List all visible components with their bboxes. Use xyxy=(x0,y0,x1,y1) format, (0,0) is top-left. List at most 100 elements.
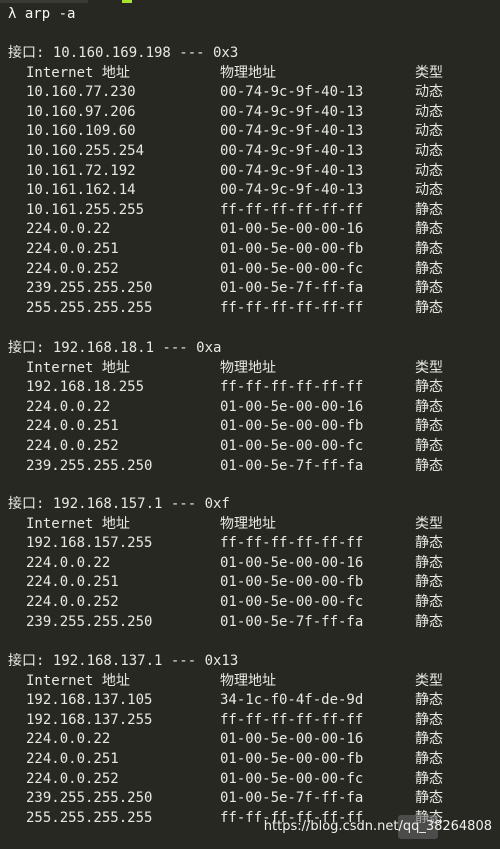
arp-row-mac: 01-00-5e-00-00-fc xyxy=(220,438,364,454)
arp-row-ip: 224.0.0.251 xyxy=(26,241,119,257)
arp-row-mac: 01-00-5e-00-00-16 xyxy=(220,398,364,415)
arp-row-mac: 00-74-9c-9f-40-13 xyxy=(220,84,364,101)
arp-row-mac: 01-00-5e-00-00-fb xyxy=(220,574,364,591)
arp-row-type: 静态 xyxy=(415,221,443,238)
arp-row-mac: 01-00-5e-7f-ff-fa xyxy=(220,280,364,297)
arp-row-ip: 10.161.162.14 xyxy=(26,182,136,199)
arp-row-type: 静态 xyxy=(415,554,443,571)
arp-row-mac: 00-74-9c-9f-40-13 xyxy=(220,143,364,159)
column-header-ip: Internet 地址 xyxy=(26,359,130,376)
arp-row-ip: 10.161.72.192 xyxy=(26,162,136,179)
arp-row-ip: 224.0.0.251 xyxy=(26,574,119,591)
arp-row-ip: 224.0.0.252 xyxy=(26,594,119,610)
column-header-type: 类型 xyxy=(415,359,443,376)
arp-row-ip: 224.0.0.251 xyxy=(26,418,119,435)
arp-row-mac: 00-74-9c-9f-40-13 xyxy=(220,103,364,120)
arp-row-ip: 224.0.0.251 xyxy=(26,751,119,767)
arp-row-type: 动态 xyxy=(415,103,443,120)
arp-row-mac: 01-00-5e-7f-ff-fa xyxy=(220,790,364,807)
arp-row-type: 静态 xyxy=(415,535,443,552)
interface-header: 接口: 10.160.169.198 --- 0x3 xyxy=(8,45,239,61)
arp-row-type: 动态 xyxy=(415,182,443,199)
column-header-type: 类型 xyxy=(415,64,443,81)
arp-row-ip: 224.0.0.252 xyxy=(26,260,119,277)
arp-row-type: 静态 xyxy=(415,574,443,591)
arp-row-ip: 224.0.0.22 xyxy=(26,554,111,571)
arp-row-ip: 10.160.109.60 xyxy=(26,123,136,140)
arp-row-ip: 224.0.0.22 xyxy=(26,398,111,415)
arp-row-ip: 255.255.255.255 xyxy=(26,299,153,316)
column-header-mac: 物理地址 xyxy=(220,64,276,81)
arp-row-ip: 224.0.0.252 xyxy=(26,770,119,787)
arp-row-mac: ff-ff-ff-ff-ff-ff xyxy=(220,299,364,316)
watermark-url: https://blog.csdn.net/qq_38264808 xyxy=(263,819,492,834)
arp-row-mac: ff-ff-ff-ff-ff-ff xyxy=(220,201,364,218)
arp-row-ip: 224.0.0.22 xyxy=(26,221,111,238)
column-header-mac: 物理地址 xyxy=(220,672,276,689)
arp-row-mac: 01-00-5e-00-00-fc xyxy=(220,594,364,610)
arp-row-ip: 224.0.0.22 xyxy=(26,731,111,748)
arp-row-ip: 10.160.77.230 xyxy=(26,84,136,101)
arp-row-type: 静态 xyxy=(415,790,443,807)
arp-row-ip: 255.255.255.255 xyxy=(26,809,153,826)
arp-row-type: 静态 xyxy=(415,280,443,297)
arp-row-type: 静态 xyxy=(415,241,443,257)
arp-row-type: 静态 xyxy=(415,457,443,474)
arp-row-mac: 00-74-9c-9f-40-13 xyxy=(220,162,364,179)
arp-row-ip: 10.160.255.254 xyxy=(26,143,145,159)
interface-header: 接口: 192.168.137.1 --- 0x13 xyxy=(8,653,239,669)
arp-row-ip: 239.255.255.250 xyxy=(26,457,153,474)
arp-row-mac: 01-00-5e-7f-ff-fa xyxy=(220,457,364,474)
arp-row-mac: 01-00-5e-00-00-fb xyxy=(220,241,364,257)
interface-header: 接口: 192.168.18.1 --- 0xa xyxy=(8,340,222,356)
arp-row-ip: 192.168.157.255 xyxy=(26,535,153,552)
arp-row-mac: 34-1c-f0-4f-de-9d xyxy=(220,692,364,709)
arp-row-type: 静态 xyxy=(415,692,443,709)
arp-row-mac: ff-ff-ff-ff-ff-ff xyxy=(220,711,364,728)
arp-row-type: 动态 xyxy=(415,162,443,179)
arp-row-ip: 239.255.255.250 xyxy=(26,790,153,807)
column-header-ip: Internet 地址 xyxy=(26,64,130,81)
arp-row-type: 动态 xyxy=(415,123,443,140)
arp-row-mac: 01-00-5e-00-00-fb xyxy=(220,751,364,767)
command-prompt: λ arp -a xyxy=(8,6,76,22)
column-header-type: 类型 xyxy=(415,672,443,689)
arp-row-type: 静态 xyxy=(415,418,443,435)
arp-row-mac: 01-00-5e-00-00-16 xyxy=(220,554,364,571)
arp-row-ip: 10.161.255.255 xyxy=(26,201,145,218)
arp-row-type: 静态 xyxy=(415,201,443,218)
arp-row-ip: 224.0.0.252 xyxy=(26,438,119,454)
arp-row-type: 静态 xyxy=(415,299,443,316)
arp-row-mac: 01-00-5e-00-00-16 xyxy=(220,731,364,748)
arp-row-ip: 192.168.137.255 xyxy=(26,711,153,728)
arp-row-type: 静态 xyxy=(415,711,443,728)
column-header-mac: 物理地址 xyxy=(220,359,276,376)
arp-row-type: 静态 xyxy=(415,594,443,610)
arp-row-type: 静态 xyxy=(415,731,443,748)
arp-row-mac: 00-74-9c-9f-40-13 xyxy=(220,123,364,140)
arp-row-mac: 00-74-9c-9f-40-13 xyxy=(220,182,364,199)
arp-row-type: 动态 xyxy=(415,143,443,159)
arp-row-ip: 10.160.97.206 xyxy=(26,103,136,120)
column-header-mac: 物理地址 xyxy=(220,515,276,532)
arp-row-ip: 239.255.255.250 xyxy=(26,613,153,630)
column-header-ip: Internet 地址 xyxy=(26,515,130,532)
arp-row-mac: ff-ff-ff-ff-ff-ff xyxy=(220,535,364,552)
arp-row-mac: 01-00-5e-00-00-16 xyxy=(220,221,364,238)
arp-row-mac: 01-00-5e-00-00-fc xyxy=(220,770,364,787)
arp-row-type: 静态 xyxy=(415,398,443,415)
column-header-ip: Internet 地址 xyxy=(26,672,130,689)
arp-row-mac: ff-ff-ff-ff-ff-ff xyxy=(220,379,364,396)
arp-row-ip: 239.255.255.250 xyxy=(26,280,153,297)
arp-row-type: 静态 xyxy=(415,379,443,396)
arp-row-type: 静态 xyxy=(415,751,443,767)
arp-row-mac: 01-00-5e-00-00-fc xyxy=(220,260,364,277)
arp-row-type: 静态 xyxy=(415,613,443,630)
arp-row-type: 静态 xyxy=(415,770,443,787)
column-header-type: 类型 xyxy=(415,515,443,532)
tab-indicator xyxy=(0,0,88,3)
arp-row-ip: 192.168.18.255 xyxy=(26,379,145,396)
arp-row-type: 静态 xyxy=(415,260,443,277)
arp-row-type: 动态 xyxy=(415,84,443,101)
interface-header: 接口: 192.168.157.1 --- 0xf xyxy=(8,496,230,512)
